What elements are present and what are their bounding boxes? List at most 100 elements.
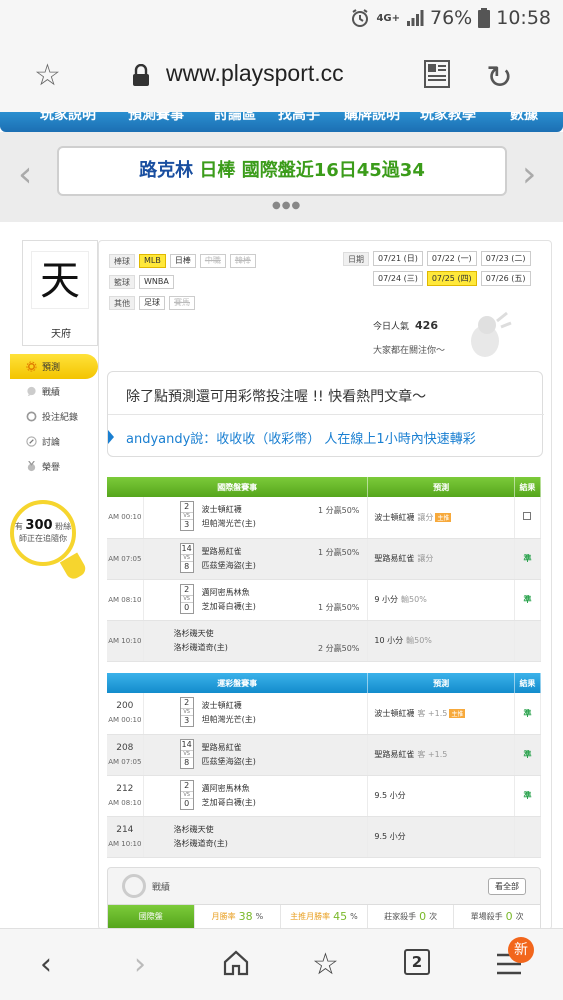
stat-unit: 次 xyxy=(515,912,524,921)
team-away: 波士頓紅襪 xyxy=(201,505,242,514)
table-header: 結果 xyxy=(514,673,542,693)
home-icon[interactable] xyxy=(222,949,250,977)
game-time: AM 00:10 xyxy=(107,497,144,539)
team-home: 芝加哥白襪(主) xyxy=(201,601,256,611)
date-option[interactable]: 07/23 (二) xyxy=(480,251,531,266)
date-option[interactable]: 07/21 (日) xyxy=(373,251,423,266)
user-sidebar: 天 天府 預測 戰績 投注紀錄 討論 榮譽 有 300 粉絲 師正在追隨你 xyxy=(10,240,98,582)
chevron-left-icon[interactable]: ‹ xyxy=(18,154,32,195)
signal-icon xyxy=(407,10,424,26)
record-stats: 國際盤 月勝率 38% 主推月勝率 45% 莊家殺手 0 次 單場殺手 0 次 xyxy=(108,904,540,928)
popularity: 今日人氣 426 xyxy=(373,319,438,332)
stat-unit: % xyxy=(255,912,264,921)
game-number: 208 xyxy=(116,742,134,753)
table-header: 預測 xyxy=(367,477,515,497)
date-label: 日期 xyxy=(343,251,369,266)
date-option[interactable]: 07/22 (一) xyxy=(426,251,477,266)
date-selector: 日期 07/21 (日) 07/22 (一) 07/23 (二) 07/24 (… xyxy=(343,251,531,291)
filter-horse: 賽馬 xyxy=(169,296,195,310)
banner-league: 日棒 xyxy=(199,160,236,181)
menu-label: 預測 xyxy=(42,363,61,373)
filter-soccer[interactable]: 足球 xyxy=(139,296,165,310)
menu-item-discuss[interactable]: 討論 xyxy=(10,429,98,454)
username: 天府 xyxy=(51,329,71,340)
game-time: AM 10:10 xyxy=(107,620,144,662)
prediction-type: 客 +1.5 xyxy=(417,750,448,759)
score-away: 14 xyxy=(181,739,192,749)
tabs-button[interactable]: 2 xyxy=(404,949,430,975)
matchup: 2 VS 3 波士頓紅襪 坦帕灣光芒(主) xyxy=(143,693,369,735)
nav-item[interactable]: 玩家教學 xyxy=(420,112,476,124)
menu-label: 戰績 xyxy=(42,388,61,398)
team-home: 洛杉磯道奇(主) xyxy=(173,838,228,848)
score-home: 0 xyxy=(184,798,190,808)
filter-npb[interactable]: 日棒 xyxy=(169,254,196,268)
url-text[interactable]: www.playsport.cc xyxy=(166,60,344,87)
date-option-selected[interactable]: 07/25 (四) xyxy=(426,271,477,286)
prediction-type: 輸50% xyxy=(401,595,427,604)
filter-cpbl: 中職 xyxy=(199,254,226,268)
nav-item[interactable]: 預測賽事 xyxy=(128,112,184,124)
nav-item[interactable]: 購牌說明 xyxy=(344,112,400,124)
avatar[interactable]: 天 xyxy=(31,251,89,309)
filter-mlb[interactable]: MLB xyxy=(139,254,166,268)
reader-mode-icon[interactable] xyxy=(424,60,450,88)
menu-item-honor[interactable]: 榮譽 xyxy=(10,454,98,479)
league-filters: 棒球 MLB 日棒 中職 韓棒 籃球 WNBA 其他 足球 賽馬 xyxy=(109,251,256,314)
date-option[interactable]: 07/26 (五) xyxy=(480,271,531,286)
mascot-illustration xyxy=(471,311,512,357)
bookmarks-star-icon[interactable]: ☆ xyxy=(312,947,339,982)
team-away: 聖路易紅雀 xyxy=(201,546,242,556)
odds: 2 分贏50% xyxy=(317,643,360,653)
stat-single-killer: 單場殺手 0 次 xyxy=(454,905,540,928)
team-away: 邁阿密馬林魚 xyxy=(201,783,250,793)
chevron-right-icon[interactable]: › xyxy=(522,154,536,195)
team-home: 匹茲堡海盜(主) xyxy=(201,560,256,570)
view-all-button[interactable]: 看全部 xyxy=(488,878,526,895)
filter-wnba[interactable]: WNBA xyxy=(139,275,174,289)
nav-item[interactable]: 找高手 xyxy=(278,112,320,124)
date-option[interactable]: 07/24 (三) xyxy=(373,271,423,286)
game-time: AM 07:05 xyxy=(108,757,142,766)
stat-intl[interactable]: 國際盤 xyxy=(108,905,195,928)
matchup: 14 VS 8 聖路易紅雀 匹茲堡海盜(主) xyxy=(143,734,369,776)
menu-item-record[interactable]: 戰績 xyxy=(10,379,98,404)
odds: 1 分贏50% xyxy=(317,506,360,515)
score-home: 8 xyxy=(184,757,190,767)
prediction-type: 讓分 xyxy=(417,554,434,563)
nav-item[interactable]: 玩家說明 xyxy=(40,112,96,124)
result xyxy=(514,816,542,858)
site-nav: 玩家說明 預測賽事 討論區 找高手 購牌說明 玩家教學 數據 xyxy=(0,112,563,132)
filter-label-other: 其他 xyxy=(109,296,135,310)
result[interactable] xyxy=(514,497,542,539)
notice-line2[interactable]: andyandy說：收收收（收彩幣） 人在線上1小時內快速轉彩 xyxy=(126,428,476,447)
nav-item[interactable]: 討論區 xyxy=(214,112,256,124)
prediction: 10 小分 輸50% xyxy=(367,620,515,662)
menu-item-bets[interactable]: 投注紀錄 xyxy=(10,404,98,429)
score-box: 14 VS 8 xyxy=(179,738,194,769)
filter-kbo: 韓棒 xyxy=(229,254,256,268)
bookmark-star-icon[interactable]: ☆ xyxy=(34,58,61,93)
prediction-pick: 9 小分 xyxy=(374,595,399,604)
prediction-pick: 聖路易紅雀 xyxy=(374,554,415,563)
score-home: 8 xyxy=(184,561,190,571)
prediction-type: 輸50% xyxy=(406,636,432,645)
fans-bulb[interactable]: 有 300 粉絲 師正在追隨你 xyxy=(10,500,89,582)
stat-label: 主推月勝率 xyxy=(290,912,331,921)
team-away: 洛杉磯天使 xyxy=(173,824,214,834)
reload-icon[interactable]: ↻ xyxy=(486,58,513,96)
table-header: 運彩盤賽事 xyxy=(107,673,369,693)
game-info: 212 AM 08:10 xyxy=(107,775,144,817)
network-type: 4G+ xyxy=(376,12,400,24)
menu-item-predict[interactable]: 預測 xyxy=(10,354,98,379)
filter-label-baseball: 棒球 xyxy=(109,254,135,268)
promo-banner[interactable]: 路克林 日棒 國際盤近16日45過34 xyxy=(57,146,507,196)
score-home: 0 xyxy=(184,602,190,612)
notice-line1[interactable]: 除了點預測還可用彩幣投注喔 !! 快看熱門文章～ xyxy=(126,386,426,406)
back-icon[interactable]: ‹ xyxy=(40,947,52,982)
nav-item[interactable]: 數據 xyxy=(510,112,538,124)
table-row: AM 07:05 14 VS 8 聖路易紅雀 匹茲堡海盜(主) 1 分贏50% 聖路易… xyxy=(107,538,542,580)
stat-featured-win: 主推月勝率 45% xyxy=(281,905,368,928)
menu-label: 投注紀錄 xyxy=(42,413,79,423)
stat-label: 國際盤 xyxy=(138,912,163,921)
